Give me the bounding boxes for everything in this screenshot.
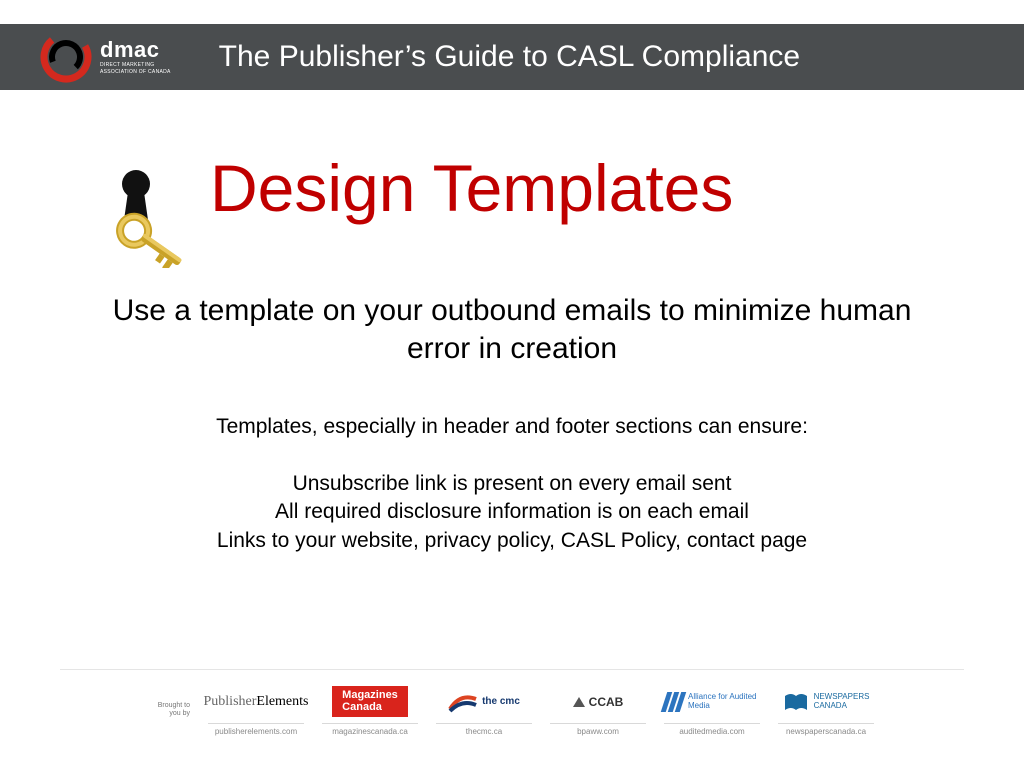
- sponsor-url: auditedmedia.com: [664, 723, 760, 736]
- sponsor-name: Alliance for Audited Media: [688, 693, 760, 710]
- dmac-swirl-icon: [40, 31, 92, 83]
- sponsor-audited-media: Alliance for Audited Media auditedmedia.…: [664, 685, 760, 736]
- audited-media-logo-icon: Alliance for Audited Media: [664, 685, 760, 719]
- sponsor-name: the cmc: [482, 696, 520, 707]
- list-item: Unsubscribe link is present on every ema…: [92, 470, 932, 498]
- section-heading: Design Templates: [210, 150, 733, 226]
- publisherelements-logo-icon: PublisherElements: [208, 685, 304, 719]
- sponsor-url: thecmc.ca: [436, 723, 532, 736]
- sponsor-footer: Brought to you by PublisherElements publ…: [0, 670, 1024, 750]
- sponsor-magazines-canada: MagazinesCanada magazinescanada.ca: [322, 685, 418, 736]
- sponsor-cmc: the cmc thecmc.ca: [436, 685, 532, 736]
- magazines-canada-logo-icon: MagazinesCanada: [322, 685, 418, 719]
- header-bar: dmac DIRECT MARKETING ASSOCIATION OF CAN…: [0, 24, 1024, 90]
- list-item: Links to your website, privacy policy, C…: [92, 527, 932, 555]
- sponsor-ccab: CCAB bpaww.com: [550, 685, 646, 736]
- section-subheading: Use a template on your outbound emails t…: [92, 292, 932, 367]
- ccab-logo-icon: CCAB: [550, 685, 646, 719]
- org-subtitle-1: DIRECT MARKETING: [100, 63, 171, 68]
- sponsor-url: publisherelements.com: [208, 723, 304, 736]
- sponsor-publisherelements: PublisherElements publisherelements.com: [208, 685, 304, 736]
- page-title: The Publisher’s Guide to CASL Compliance: [219, 40, 800, 74]
- org-logo-text: dmac DIRECT MARKETING ASSOCIATION OF CAN…: [100, 39, 171, 75]
- list-lead-in: Templates, especially in header and foot…: [92, 415, 932, 439]
- list-item: All required disclosure information is o…: [92, 498, 932, 526]
- cmc-logo-icon: the cmc: [436, 685, 532, 719]
- brought-by-label: Brought to you by: [150, 702, 190, 717]
- bullet-list: Unsubscribe link is present on every ema…: [92, 470, 932, 555]
- slide: dmac DIRECT MARKETING ASSOCIATION OF CAN…: [0, 0, 1024, 768]
- org-logo: dmac DIRECT MARKETING ASSOCIATION OF CAN…: [40, 31, 171, 83]
- sponsor-url: bpaww.com: [550, 723, 646, 736]
- sponsor-url: newspaperscanada.ca: [778, 723, 874, 736]
- sponsor-url: magazinescanada.ca: [322, 723, 418, 736]
- sponsor-name: CCAB: [589, 695, 624, 709]
- keyhole-key-icon: [98, 158, 208, 268]
- newspapers-canada-logo-icon: NEWSPAPERSCANADA: [778, 685, 874, 719]
- org-name: dmac: [100, 39, 171, 61]
- org-subtitle-2: ASSOCIATION OF CANADA: [100, 70, 171, 75]
- sponsor-newspapers-canada: NEWSPAPERSCANADA newspaperscanada.ca: [778, 685, 874, 736]
